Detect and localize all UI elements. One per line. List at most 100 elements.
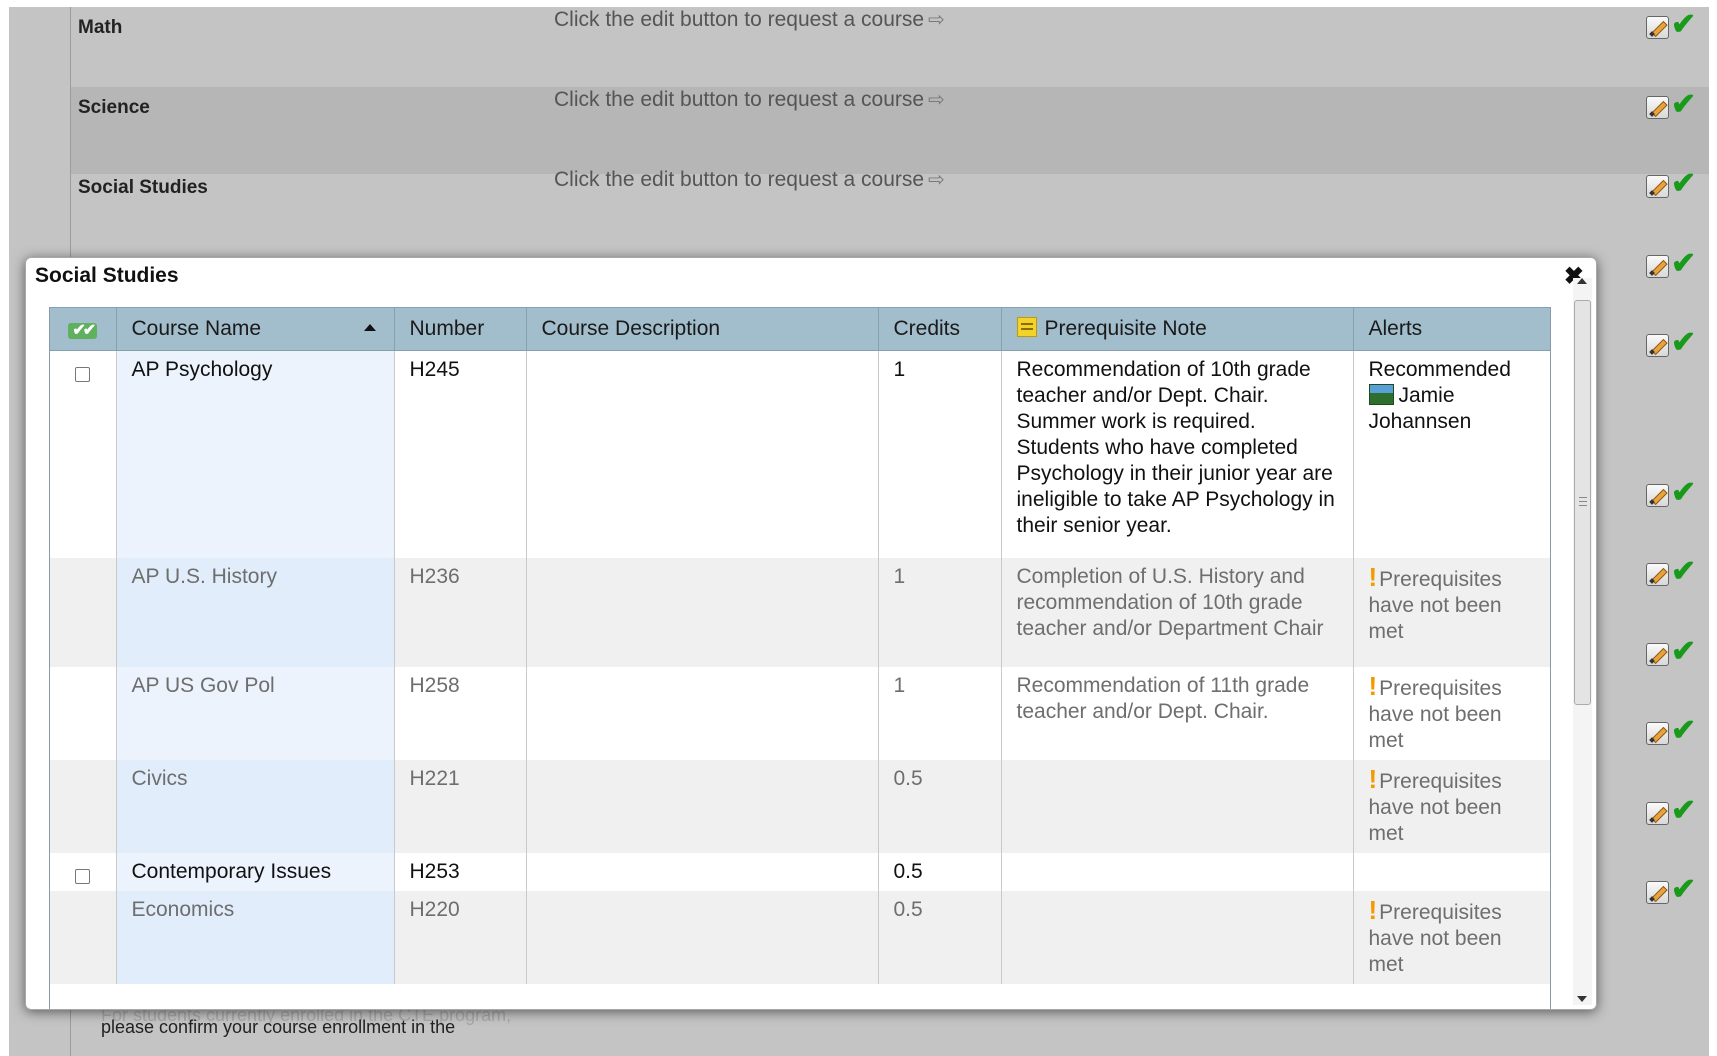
row-select-cell (50, 666, 117, 760)
subject-row: Science Click the edit button to request … (71, 87, 1709, 174)
course-number-cell: H253 (394, 852, 527, 891)
header-description[interactable]: Course Description (526, 307, 879, 351)
scroll-up-arrow-icon[interactable] (1577, 278, 1587, 284)
course-row[interactable]: Economics H220 0.5 !Prerequisites have not … (50, 890, 1550, 984)
row-select-cell (50, 890, 117, 984)
course-row[interactable]: AP Psychology H245 1 Recommendation of 10th… (50, 350, 1550, 558)
pencil-icon[interactable] (1646, 16, 1669, 39)
pencil-icon[interactable] (1646, 881, 1669, 904)
alerts-cell: !Prerequisites have not been met (1353, 557, 1550, 667)
header-alerts[interactable]: Alerts (1353, 307, 1550, 351)
exclamation-icon: ! (1368, 670, 1378, 701)
header-credits[interactable]: Credits (878, 307, 1002, 351)
checkmark-icon[interactable]: ✔ (1671, 10, 1696, 40)
pencil-icon[interactable] (1646, 484, 1669, 507)
course-request-dialog: Social Studies ✖ ✔✔ Course Name Number C… (25, 257, 1597, 1010)
prereq-note-cell: Recommendation of 11th grade teacher and… (1001, 666, 1354, 760)
header-course-name[interactable]: Course Name (116, 307, 395, 351)
row-actions: ✔ (1646, 637, 1710, 671)
checkmark-icon[interactable]: ✔ (1671, 249, 1696, 279)
pencil-icon[interactable] (1646, 334, 1669, 357)
pencil-icon[interactable] (1646, 255, 1669, 278)
alert-text: Prerequisites have not been met (1368, 676, 1502, 752)
pencil-icon[interactable] (1646, 563, 1669, 586)
header-prereq-note[interactable]: Prerequisite Note (1001, 307, 1354, 351)
alerts-cell: !Prerequisites have not been met (1353, 759, 1550, 853)
alert-text: Prerequisites have not been met (1368, 567, 1502, 643)
course-number-cell: H221 (394, 759, 527, 853)
course-row[interactable]: Civics H221 0.5 !Prerequisites have not bee… (50, 759, 1550, 853)
course-description-cell (526, 666, 879, 760)
select-all-icon[interactable]: ✔✔ (68, 323, 98, 339)
row-actions: ✔ (1646, 557, 1710, 591)
row-actions: ✔ (1646, 478, 1710, 512)
request-hint: Click the edit button to request a cours… (554, 87, 945, 112)
prereq-note-cell (1001, 759, 1354, 853)
course-description-cell (526, 350, 879, 558)
subject-row: Social Studies Click the edit button to r… (71, 167, 1709, 254)
row-actions: ✔ (1646, 169, 1710, 203)
pencil-icon[interactable] (1646, 643, 1669, 666)
course-credits-cell: 0.5 (878, 852, 1002, 891)
alerts-cell (1353, 852, 1550, 891)
exclamation-icon: ! (1368, 561, 1378, 592)
course-row[interactable]: AP US Gov Pol H258 1 Recommendation of 11th… (50, 666, 1550, 760)
alerts-cell: !Prerequisites have not been met (1353, 890, 1550, 984)
checkmark-icon[interactable]: ✔ (1671, 90, 1696, 120)
scrollbar-thumb[interactable] (1574, 300, 1591, 705)
select-all-header[interactable]: ✔✔ (50, 307, 117, 351)
course-number-cell: H220 (394, 890, 527, 984)
course-credits-cell: 1 (878, 557, 1002, 667)
header-alerts-label: Alerts (1368, 317, 1423, 340)
course-row[interactable]: Contemporary Issues H253 0.5 (50, 852, 1550, 891)
sort-ascending-icon[interactable] (363, 324, 376, 331)
arrow-right-icon: ⇨ (928, 169, 945, 191)
course-credits-cell: 0.5 (878, 759, 1002, 853)
row-checkbox[interactable] (75, 868, 91, 884)
pencil-icon[interactable] (1646, 802, 1669, 825)
row-checkbox[interactable] (75, 367, 91, 382)
request-hint-text: Click the edit button to request a cours… (554, 88, 925, 111)
course-name-cell: AP U.S. History (116, 557, 395, 667)
course-credits-cell: 1 (878, 666, 1002, 760)
alert-text: Prerequisites have not been met (1368, 769, 1502, 845)
course-number-cell: H236 (394, 557, 527, 667)
scroll-down-arrow-icon[interactable] (1577, 996, 1587, 1002)
checkmark-icon[interactable]: ✔ (1671, 796, 1696, 826)
checkmark-icon[interactable]: ✔ (1671, 328, 1696, 358)
course-row[interactable]: AP U.S. History H236 1 Completion of U.S. H… (50, 557, 1550, 667)
checkmark-icon[interactable]: ✔ (1671, 875, 1696, 905)
prereq-note-cell: Completion of U.S. History and recommend… (1001, 557, 1354, 667)
header-description-label: Course Description (541, 317, 721, 340)
checkmark-icon[interactable]: ✔ (1671, 478, 1696, 508)
checkmark-icon[interactable]: ✔ (1671, 557, 1696, 587)
checkmark-icon[interactable]: ✔ (1671, 637, 1696, 667)
grid-scrollbar[interactable] (1573, 278, 1592, 1005)
header-credits-label: Credits (893, 317, 961, 340)
course-name-cell: AP Psychology (116, 350, 395, 558)
row-actions: ✔ (1646, 90, 1710, 124)
header-number[interactable]: Number (394, 307, 527, 351)
scrollbar-grip-icon (1579, 497, 1587, 506)
pencil-icon[interactable] (1646, 96, 1669, 119)
note-icon (1016, 317, 1037, 337)
road-icon (1368, 384, 1394, 405)
header-prereq-note-label: Prerequisite Note (1044, 317, 1207, 340)
checkmark-icon[interactable]: ✔ (1671, 169, 1696, 199)
header-course-name-label: Course Name (131, 317, 262, 340)
row-actions: ✔ (1646, 875, 1710, 909)
pencil-icon[interactable] (1646, 722, 1669, 745)
prereq-note-cell (1001, 890, 1354, 984)
subject-name: Math (78, 17, 123, 38)
grid-header-row: ✔✔ Course Name Number Course Description… (50, 307, 1550, 351)
course-name-cell: AP US Gov Pol (116, 666, 395, 760)
pencil-icon[interactable] (1646, 175, 1669, 198)
exclamation-icon: ! (1368, 763, 1378, 794)
row-select-cell (50, 557, 117, 667)
row-select-cell (50, 852, 117, 891)
course-name-cell: Contemporary Issues (116, 852, 395, 891)
subject-name: Social Studies (78, 177, 208, 198)
checkmark-icon[interactable]: ✔ (1671, 716, 1696, 746)
request-hint-text: Click the edit button to request a cours… (554, 8, 925, 31)
dialog-title: Social Studies (35, 264, 179, 287)
